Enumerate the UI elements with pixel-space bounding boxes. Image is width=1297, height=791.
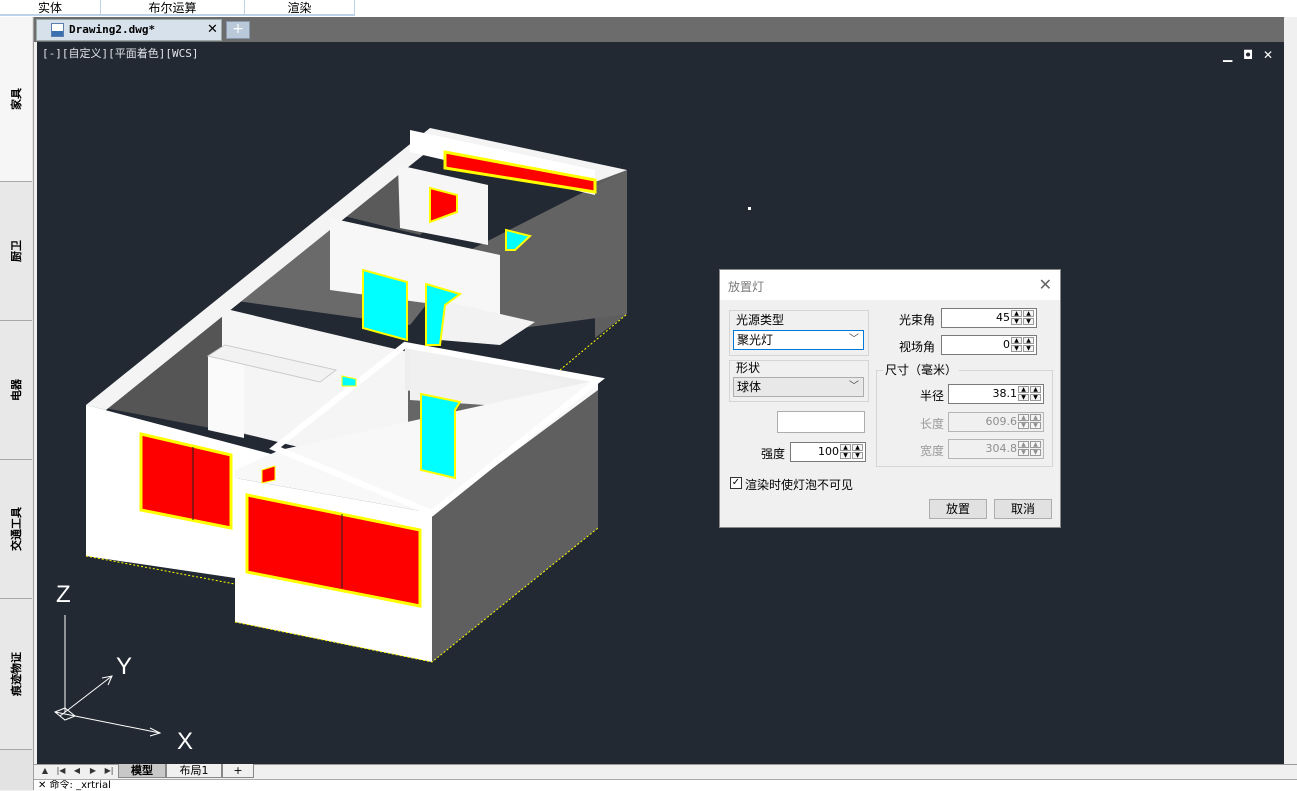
palette-tab-label: 厨卫: [10, 240, 23, 262]
palette-tab-label: 电器: [10, 379, 23, 401]
door-cyan: [420, 392, 462, 480]
axis-x-label: X: [177, 728, 193, 755]
palette-tab-appliances[interactable]: 电器: [0, 321, 32, 460]
shape-value: 球体: [737, 380, 762, 394]
shape-label: 形状: [736, 361, 761, 375]
light-type-select[interactable]: 聚光灯 ﹀: [733, 330, 864, 350]
intensity-value: 100: [818, 445, 839, 458]
palette-tab-kitchen-bath[interactable]: 厨卫: [0, 182, 32, 321]
radius-label: 半径: [920, 389, 945, 403]
invisible-bulb-label: 渲染时使灯泡不可见: [745, 478, 854, 492]
field-angle-value: 0: [1003, 338, 1010, 351]
radius-spinner[interactable]: 38.1 ▲ ▲ ▼ ▼: [948, 384, 1044, 404]
command-text: ✕ 命令: _xrtrial: [38, 780, 111, 791]
palette-tab-label: 家具: [10, 88, 23, 110]
first-tab-icon[interactable]: |◀: [54, 765, 68, 777]
dialog-titlebar[interactable]: 放置灯 ✕: [720, 270, 1060, 300]
spin-buttons[interactable]: ▲ ▲ ▼ ▼: [840, 444, 864, 460]
tool-palette: 家具 厨卫 电器 交通工具 痕迹物证: [0, 17, 34, 790]
spin-buttons[interactable]: ▲ ▲ ▼ ▼: [1011, 310, 1035, 326]
tab-boolean[interactable]: 布尔运算: [101, 0, 245, 16]
axis-y-label: Y: [116, 653, 132, 680]
cursor-point: [748, 207, 751, 210]
add-layout-button[interactable]: +: [222, 764, 254, 778]
spin-buttons: ▲ ▲ ▼ ▼: [1018, 441, 1042, 457]
palette-tab-evidence[interactable]: 痕迹物证: [0, 599, 32, 750]
light-type-value: 聚光灯: [737, 333, 774, 347]
next-tab-icon[interactable]: ▶: [86, 765, 100, 777]
place-button[interactable]: 放置: [929, 499, 987, 519]
intensity-label: 强度: [761, 447, 786, 461]
radius-value: 38.1: [992, 387, 1018, 400]
document-tab[interactable]: Drawing2.dwg* ✕: [36, 19, 222, 41]
palette-tab-label: 交通工具: [10, 507, 23, 551]
cancel-button[interactable]: 取消: [994, 499, 1052, 519]
house-3d-model: Z Y X: [54, 128, 751, 755]
last-tab-icon[interactable]: ▶|: [102, 765, 116, 777]
size-group-label: 尺寸（毫米）: [883, 361, 960, 378]
beam-angle-label: 光束角: [899, 313, 936, 327]
new-tab-button[interactable]: +: [226, 21, 250, 39]
length-value: 609.6: [985, 415, 1018, 428]
palette-tab-furniture[interactable]: 家具: [0, 17, 32, 182]
dialog-title: 放置灯: [728, 280, 765, 294]
close-tab-icon[interactable]: ✕: [207, 22, 218, 37]
spin-buttons[interactable]: ▲ ▲ ▼ ▼: [1011, 337, 1035, 353]
width-spinner: 304.8 ▲ ▲ ▼ ▼: [948, 439, 1044, 459]
axis-z-label: Z: [56, 581, 71, 608]
length-spinner: 609.6 ▲ ▲ ▼ ▼: [948, 412, 1044, 432]
tab-layout1[interactable]: 布局1: [166, 764, 222, 778]
chevron-down-icon: ﹀: [849, 334, 859, 345]
door-cyan: [362, 268, 408, 342]
intensity-spinner[interactable]: 100 ▲ ▲ ▼ ▼: [790, 442, 866, 462]
beam-angle-value: 45: [996, 311, 1010, 324]
interior-wall: [208, 356, 244, 438]
length-label: 长度: [920, 417, 945, 431]
width-label: 宽度: [920, 444, 945, 458]
tab-render[interactable]: 渲染: [245, 0, 355, 16]
field-angle-spinner[interactable]: 0 ▲ ▲ ▼ ▼: [941, 335, 1037, 355]
shape-select[interactable]: 球体 ﹀: [733, 377, 864, 397]
dwg-file-icon: [51, 23, 64, 37]
width-value: 304.8: [985, 442, 1018, 455]
place-light-dialog: 放置灯 ✕ 光源类型 聚光灯 ﹀ 形状 球体 ﹀ 强度 100 ▲ ▲ ▼ ▼ 光束角…: [719, 269, 1061, 528]
palette-tab-vehicles[interactable]: 交通工具: [0, 460, 32, 599]
light-type-label: 光源类型: [736, 313, 785, 327]
right-scrollbar[interactable]: [1285, 17, 1297, 790]
dialog-close-icon[interactable]: ✕: [1039, 275, 1052, 294]
ribbon-tab-strip: 实体 布尔运算 渲染: [0, 0, 1297, 18]
document-tab-title: Drawing2.dwg*: [69, 23, 156, 36]
spin-buttons: ▲ ▲ ▼ ▼: [1018, 414, 1042, 430]
command-line[interactable]: ✕ 命令: _xrtrial: [34, 779, 1297, 791]
palette-tab-label: 痕迹物证: [10, 652, 23, 696]
light-color-swatch[interactable]: [777, 411, 865, 433]
beam-angle-spinner[interactable]: 45 ▲ ▲ ▼ ▼: [941, 308, 1037, 328]
ucs-axes-icon: [54, 615, 162, 737]
field-angle-label: 视场角: [899, 340, 936, 354]
spin-buttons[interactable]: ▲ ▲ ▼ ▼: [1018, 386, 1042, 402]
prev-tab-icon[interactable]: ◀: [70, 765, 84, 777]
tab-solid[interactable]: 实体: [0, 0, 101, 16]
tab-model[interactable]: 模型: [118, 764, 166, 778]
drawing-viewport[interactable]: [-][自定义][平面着色][WCS] ▁ ◘ ✕ Z Y X: [37, 42, 1284, 764]
invisible-bulb-checkbox[interactable]: ✓: [730, 477, 742, 489]
chevron-down-icon: ﹀: [849, 381, 859, 392]
scroll-up-icon[interactable]: ▲: [38, 765, 52, 777]
